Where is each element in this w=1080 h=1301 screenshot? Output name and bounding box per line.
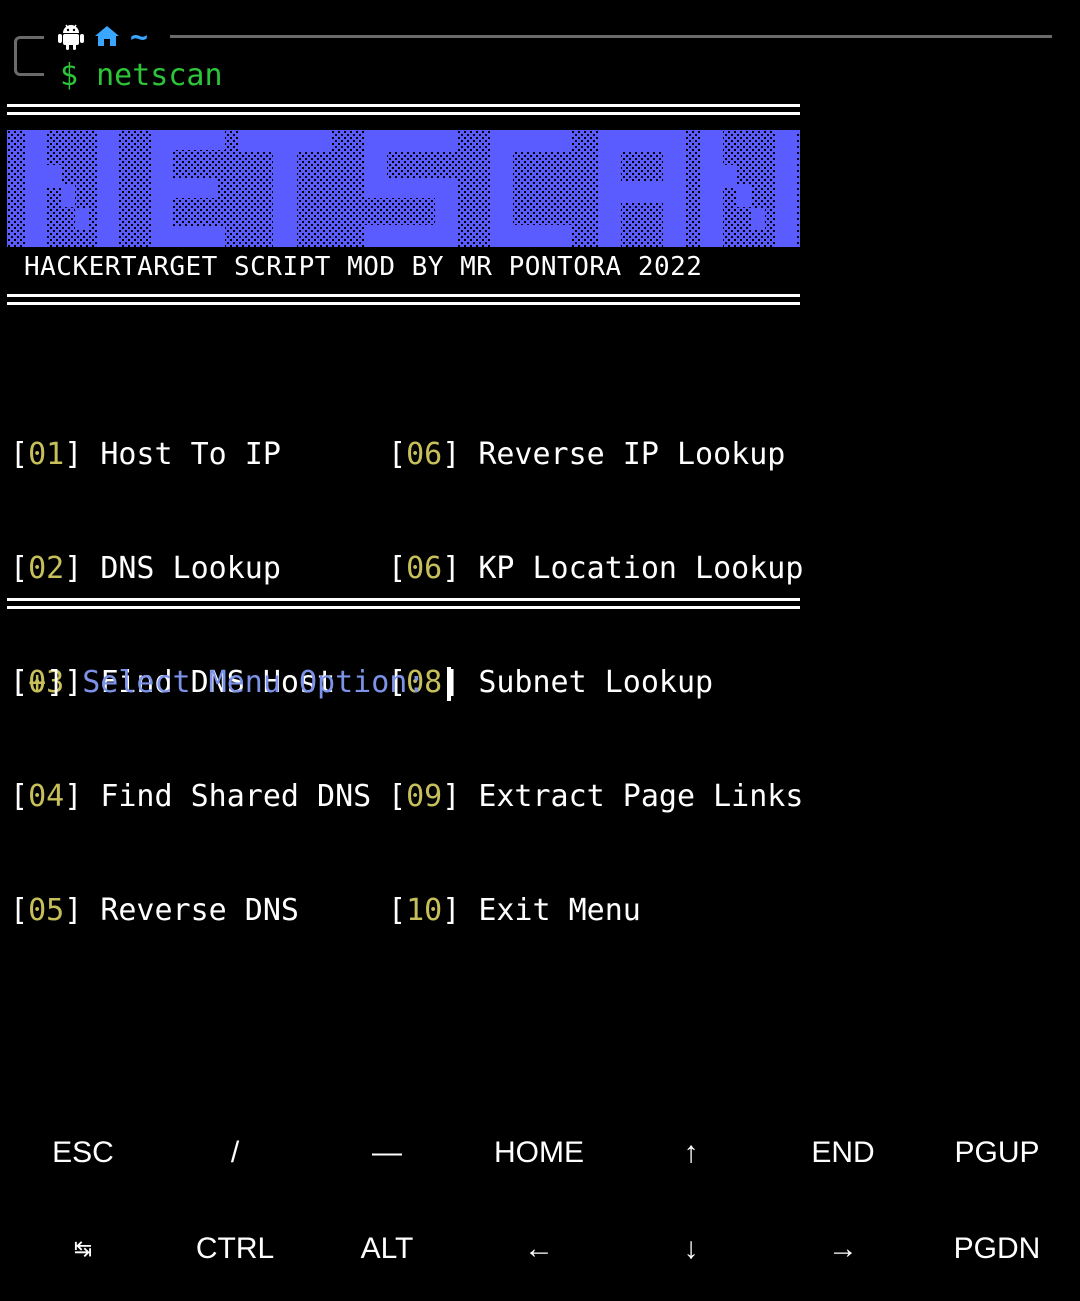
menu-item-number: 02 (28, 551, 65, 586)
menu-item: [01] Host To IP (10, 437, 281, 472)
menu-item-label: DNS Lookup (100, 551, 281, 586)
banner-subtitle: HACKERTARGET SCRIPT MOD BY MR PONTORA 20… (24, 252, 703, 282)
menu-item-label: Subnet Lookup (478, 665, 714, 700)
extra-keys-row-1: ESC / — HOME ↑ END PGUP (0, 1105, 1080, 1201)
command-text: netscan (96, 58, 223, 93)
left-arrow-key[interactable]: ← (462, 1201, 616, 1297)
esc-key[interactable]: ESC (6, 1105, 160, 1201)
menu-item-label: Host To IP (100, 437, 281, 472)
dash-key[interactable]: — (310, 1105, 464, 1201)
prompt-divider (170, 35, 1052, 38)
up-arrow-key[interactable]: ↑ (614, 1105, 768, 1201)
command-line: $ netscan (60, 57, 223, 95)
menu-item: [05] Reverse DNS (10, 893, 299, 928)
menu-item-label: Find Shared DNS (100, 779, 372, 814)
menu-item: [06] KP Location Lookup (388, 551, 804, 586)
slash-key[interactable]: / (158, 1105, 312, 1201)
menu-item-number: 06 (406, 437, 443, 472)
prompt-symbol: $ (60, 58, 79, 93)
extra-keys-row-2: ↹ CTRL ALT ← ↓ → PGDN (0, 1201, 1080, 1297)
pgup-key[interactable]: PGUP (920, 1105, 1074, 1201)
prompt-bracket (14, 36, 44, 76)
netscan-banner (7, 130, 800, 247)
menu-item-label: Extract Page Links (478, 779, 804, 814)
tab-key[interactable]: ↹ (6, 1201, 160, 1297)
divider-middle (7, 294, 800, 305)
ctrl-key[interactable]: CTRL (158, 1201, 312, 1297)
home-icon (94, 24, 120, 52)
menu-item-label: Reverse IP Lookup (478, 437, 786, 472)
select-prompt-text: Select Menu Option: (82, 665, 426, 700)
down-arrow-key[interactable]: ↓ (614, 1201, 768, 1297)
banner-logo (7, 130, 800, 247)
end-key[interactable]: END (766, 1105, 920, 1201)
menu-item-label: Exit Menu (478, 893, 641, 928)
android-icon (58, 22, 84, 54)
menu-item-number: 01 (28, 437, 65, 472)
menu-item: [02] DNS Lookup (10, 551, 281, 586)
pgdn-key[interactable]: PGDN (920, 1201, 1074, 1297)
plus-marker: + (28, 665, 47, 700)
menu-item: [09] Extract Page Links (388, 779, 804, 814)
right-arrow-key[interactable]: → (766, 1201, 920, 1297)
menu-item-number: 10 (406, 893, 443, 928)
alt-key[interactable]: ALT (310, 1201, 464, 1297)
text-cursor[interactable] (447, 666, 452, 701)
menu-item-number: 04 (28, 779, 65, 814)
menu-item-number: 05 (28, 893, 65, 928)
menu-option-prompt[interactable]: [+] Select Menu Option: (10, 664, 452, 702)
menu-item-number: 09 (406, 779, 443, 814)
menu-item: [06] Reverse IP Lookup (388, 437, 786, 472)
tilde: ~ (130, 20, 149, 55)
divider-top (7, 104, 800, 115)
prompt-icons: ~ (58, 22, 148, 54)
divider-bottom (7, 598, 800, 609)
menu-item-label: KP Location Lookup (478, 551, 804, 586)
home-key[interactable]: HOME (462, 1105, 616, 1201)
menu-item: [04] Find Shared DNS (10, 779, 372, 814)
menu-item-number: 06 (406, 551, 443, 586)
menu-item-label: Reverse DNS (100, 893, 299, 928)
menu-item: [10] Exit Menu (388, 893, 641, 928)
